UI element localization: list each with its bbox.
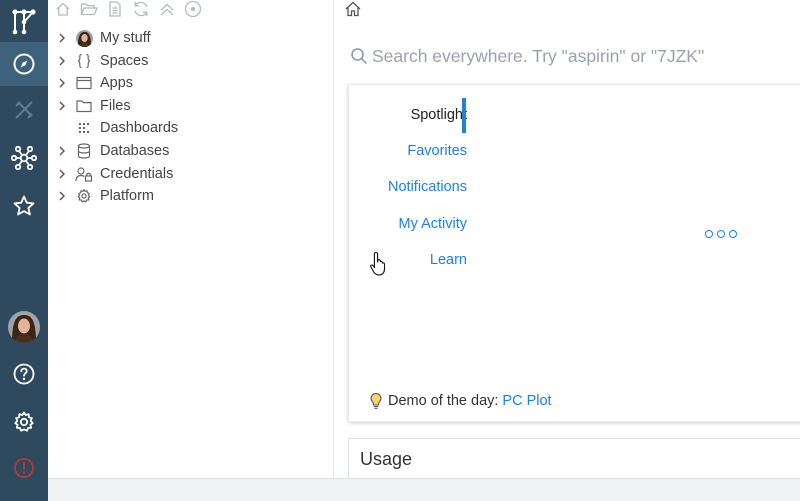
chevron-right-icon[interactable]: [56, 77, 68, 89]
tree-item-spaces[interactable]: Spaces: [48, 50, 334, 73]
home-icon[interactable]: [54, 0, 72, 18]
tree-item-label: Credentials: [100, 165, 174, 182]
database-icon: [75, 142, 93, 160]
loading-dot: [705, 230, 713, 238]
left-rail: [0, 0, 48, 501]
tree-item-label: My stuff: [100, 30, 151, 46]
avatar-icon: [75, 29, 93, 47]
demo-label: Demo of the day:: [388, 393, 499, 409]
folder-icon: [75, 97, 93, 115]
browse-tree: My stuff Spaces Apps Files Dashboards Da…: [48, 27, 334, 208]
collapse-icon[interactable]: [158, 0, 176, 18]
loading-dot: [717, 230, 725, 238]
tab-learn[interactable]: Learn: [430, 242, 467, 278]
gear-icon[interactable]: [0, 400, 48, 444]
datagrok-logo-icon[interactable]: [0, 0, 48, 44]
tree-item-label: Dashboards: [100, 120, 179, 137]
chevron-right-icon[interactable]: [56, 100, 68, 112]
welcome-card: Spotlight Favorites Notifications My Act…: [348, 84, 800, 422]
user-lock-icon: [75, 165, 93, 183]
tools-icon[interactable]: [0, 88, 48, 132]
chevron-right-icon[interactable]: [56, 168, 68, 180]
search-icon: [351, 48, 368, 65]
braces-icon: [75, 52, 93, 70]
tree-item-databases[interactable]: Databases: [48, 140, 334, 163]
tab-favorites[interactable]: Favorites: [407, 133, 467, 169]
grid-dots-icon: [75, 119, 93, 137]
usage-title: Usage: [360, 449, 413, 469]
tree-item-my-stuff[interactable]: My stuff: [48, 27, 334, 50]
star-icon[interactable]: [0, 184, 48, 228]
demo-link[interactable]: PC Plot: [502, 393, 551, 409]
hand-cursor-icon: [370, 251, 386, 276]
error-icon[interactable]: [0, 446, 48, 490]
chevron-right-icon[interactable]: [56, 190, 68, 202]
browse-tree-panel: My stuff Spaces Apps Files Dashboards Da…: [48, 0, 334, 478]
tree-item-platform[interactable]: Platform: [48, 185, 334, 208]
home-breadcrumb-icon[interactable]: [344, 0, 362, 18]
refresh-icon[interactable]: [132, 0, 150, 18]
open-folder-icon[interactable]: [80, 0, 98, 18]
main-area: Spotlight Favorites Notifications My Act…: [334, 0, 800, 488]
tab-my-activity[interactable]: My Activity: [399, 206, 467, 242]
demo-of-the-day: Demo of the day: PC Plot: [369, 392, 552, 410]
tree-item-label: Apps: [100, 75, 134, 92]
tab-spotlight[interactable]: Spotlight: [411, 97, 467, 133]
tree-item-label: Platform: [100, 188, 154, 205]
browse-compass-icon[interactable]: [0, 42, 48, 86]
chevron-right-icon[interactable]: [56, 145, 68, 157]
tree-item-dashboards[interactable]: Dashboards: [48, 117, 334, 140]
lightbulb-icon: [370, 392, 382, 409]
tab-notifications[interactable]: Notifications: [388, 169, 467, 205]
gear-icon: [75, 187, 93, 205]
tree-item-label: Spaces: [100, 52, 149, 69]
help-icon[interactable]: [0, 352, 48, 396]
network-icon[interactable]: [0, 136, 48, 180]
tree-item-files[interactable]: Files: [48, 95, 334, 118]
active-tab-indicator: [462, 98, 466, 133]
target-icon[interactable]: [184, 0, 202, 18]
avatar[interactable]: [0, 305, 48, 349]
search-input[interactable]: [372, 42, 792, 70]
loading-dot: [729, 230, 737, 238]
chevron-right-icon[interactable]: [56, 32, 68, 44]
document-icon[interactable]: [106, 0, 124, 18]
window-icon: [75, 74, 93, 92]
tree-toolbar: [54, 0, 202, 18]
tree-item-apps[interactable]: Apps: [48, 72, 334, 95]
status-bar: [48, 478, 800, 501]
loading-indicator: [705, 230, 737, 238]
tree-item-label: Files: [100, 97, 131, 114]
tree-item-credentials[interactable]: Credentials: [48, 163, 334, 186]
chevron-right-icon[interactable]: [56, 55, 68, 67]
tree-item-label: Databases: [100, 142, 170, 159]
